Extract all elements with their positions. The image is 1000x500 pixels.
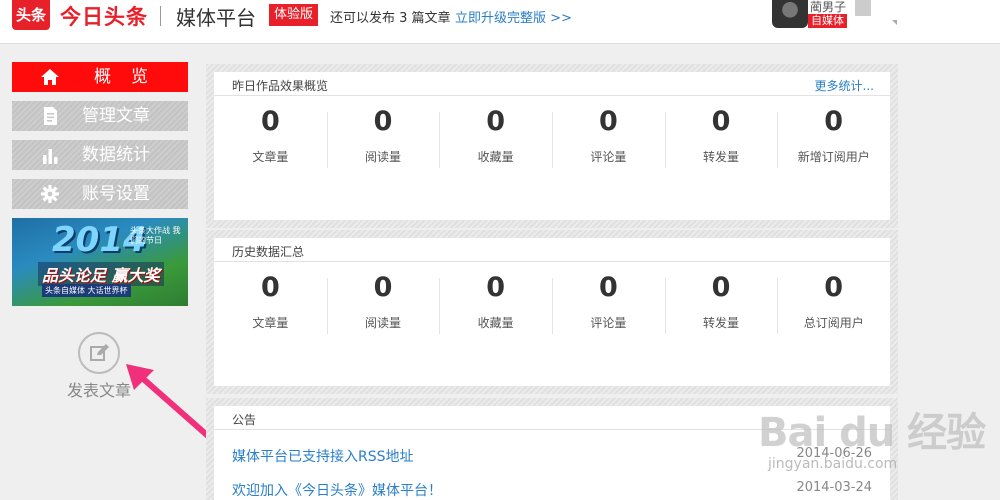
header-divider — [160, 6, 161, 26]
panel-title: 公告 — [232, 413, 257, 427]
stat-label: 阅读量 — [365, 316, 402, 330]
notice-link[interactable]: 欢迎加入《今日头条》媒体平台！ — [232, 480, 442, 500]
edit-icon — [90, 344, 109, 361]
bar-chart-icon — [43, 149, 58, 164]
panel-header: 昨日作品效果概览 更多统计... — [214, 72, 890, 96]
upgrade-link[interactable]: 立即升级完整版 >> — [455, 7, 572, 26]
stat-label: 转发量 — [703, 150, 740, 164]
stat-label: 总订阅用户 — [803, 316, 864, 330]
notice-panel: 公告 媒体平台已支持接入RSS地址 2014-06-26 欢迎加入《今日头条》媒… — [206, 398, 898, 500]
sidebar-item-manage-articles[interactable]: 管理文章 — [12, 101, 188, 131]
stat-value: 0 — [598, 106, 618, 137]
stat-shares: 0 转发量 — [664, 96, 778, 196]
promo-tag: 头条自媒体 大话世界杯 — [42, 284, 131, 297]
history-summary-panel: 历史数据汇总 0 文章量 0 阅读量 0 收藏量 0 评论量 0 转发量 0 总… — [206, 230, 898, 394]
stat-favorites: 0 收藏量 — [439, 262, 552, 362]
stat-value: 0 — [486, 106, 506, 137]
stat-label: 收藏量 — [477, 316, 514, 330]
stat-value: 0 — [598, 272, 618, 303]
sidebar-item-statistics[interactable]: 数据统计 — [12, 140, 188, 170]
home-icon — [41, 69, 59, 85]
stat-label: 评论量 — [590, 316, 627, 330]
sidebar-item-overview[interactable]: 概览 — [12, 62, 188, 92]
stat-label: 文章量 — [252, 316, 289, 330]
panel-title: 昨日作品效果概览 — [232, 79, 329, 93]
stat-new-subscribers: 0 新增订阅用户 — [777, 96, 890, 196]
notice-date: 2014-06-26 — [796, 446, 872, 461]
more-stats-link[interactable]: 更多统计... — [815, 77, 874, 94]
list-item: 欢迎加入《今日头条》媒体平台！ 2014-03-24 — [232, 480, 872, 500]
stat-label: 文章量 — [252, 150, 289, 164]
promo-subtitle: 头条大作战 我们的节日 — [130, 226, 181, 245]
stat-value: 0 — [373, 106, 393, 137]
top-header: 头条 今日头条 媒体平台 体验版 还可以发布 3 篇文章 立即升级完整版 >> … — [0, 0, 1000, 44]
stat-articles: 0 文章量 — [214, 96, 327, 196]
toutiao-logo-badge[interactable]: 头条 — [12, 0, 50, 30]
sidebar-item-label: 概览 — [94, 67, 168, 87]
self-media-badge: 自媒体 — [808, 14, 847, 28]
sidebar-item-label: 账号设置 — [82, 184, 150, 204]
stat-value: 0 — [824, 272, 844, 303]
stat-value: 0 — [824, 106, 844, 137]
stats-row: 0 文章量 0 阅读量 0 收藏量 0 评论量 0 转发量 0 总订阅用户 — [214, 262, 890, 362]
panel-title: 历史数据汇总 — [232, 245, 305, 259]
stat-reads: 0 阅读量 — [326, 96, 440, 196]
notice-link[interactable]: 媒体平台已支持接入RSS地址 — [232, 446, 414, 466]
list-item: 媒体平台已支持接入RSS地址 2014-06-26 — [232, 446, 872, 468]
document-icon — [44, 107, 57, 125]
stat-articles: 0 文章量 — [214, 262, 327, 362]
stat-value: 0 — [486, 272, 506, 303]
toutiao-logo-text[interactable]: 今日头条 — [60, 1, 148, 31]
stats-row: 0 文章量 0 阅读量 0 收藏量 0 评论量 0 转发量 0 新增订阅用户 — [214, 96, 890, 196]
stat-value: 0 — [260, 106, 280, 137]
user-name[interactable]: 蔺男子 — [810, 0, 846, 15]
panel-header: 公告 — [214, 406, 890, 430]
sidebar-item-account-settings[interactable]: 账号设置 — [12, 179, 188, 209]
stat-reads: 0 阅读量 — [326, 262, 440, 362]
stat-label: 收藏量 — [477, 150, 514, 164]
stat-value: 0 — [260, 272, 280, 303]
stat-value: 0 — [373, 272, 393, 303]
corner-caret-icon — [892, 20, 897, 25]
world-cup-promo-banner[interactable]: 2014 头条大作战 我们的节日 品头论足 赢大奖 头条自媒体 大话世界杯 — [12, 218, 188, 306]
stat-total-subscribers: 0 总订阅用户 — [777, 262, 890, 362]
stat-value: 0 — [711, 106, 731, 137]
stat-label: 新增订阅用户 — [797, 150, 870, 164]
sidebar-item-label: 数据统计 — [82, 145, 150, 165]
stat-value: 0 — [711, 272, 731, 303]
stat-label: 评论量 — [590, 150, 627, 164]
user-menu-icon[interactable] — [855, 0, 871, 16]
promo-headline: 品头论足 赢大奖 — [38, 262, 164, 286]
platform-title: 媒体平台 — [176, 6, 256, 30]
notice-date: 2014-03-24 — [796, 480, 872, 495]
publish-article-button[interactable] — [78, 332, 120, 374]
annotation-arrow-icon — [126, 364, 211, 439]
stat-comments: 0 评论量 — [552, 262, 665, 362]
stat-label: 阅读量 — [365, 150, 402, 164]
stat-shares: 0 转发量 — [664, 262, 778, 362]
stat-label: 转发量 — [703, 316, 740, 330]
publish-quota-text: 还可以发布 3 篇文章 — [330, 11, 451, 26]
panel-header: 历史数据汇总 — [214, 238, 890, 262]
gear-icon — [41, 185, 59, 203]
stat-favorites: 0 收藏量 — [439, 96, 552, 196]
user-avatar[interactable] — [772, 0, 808, 28]
sidebar-item-label: 管理文章 — [82, 106, 150, 126]
trial-version-badge: 体验版 — [269, 4, 319, 26]
yesterday-overview-panel: 昨日作品效果概览 更多统计... 0 文章量 0 阅读量 0 收藏量 0 评论量… — [206, 64, 898, 228]
stat-comments: 0 评论量 — [552, 96, 665, 196]
